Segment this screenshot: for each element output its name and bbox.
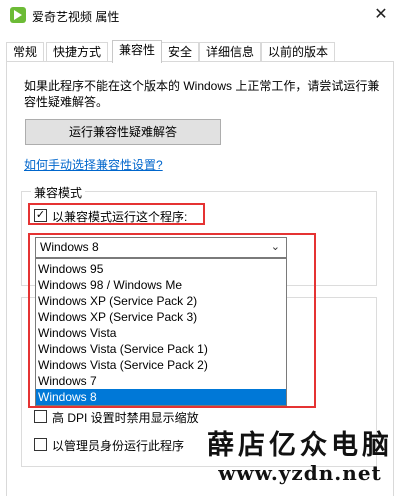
- tab-previous-versions[interactable]: 以前的版本: [261, 42, 336, 62]
- tab-strip: 常规 快捷方式 兼容性 安全 详细信息 以前的版本: [6, 40, 396, 63]
- title-bar: 爱奇艺视频 属性 ✕: [0, 0, 400, 30]
- manual-settings-link[interactable]: 如何手动选择兼容性设置?: [24, 156, 163, 173]
- compat-description: 如果此程序不能在这个版本的 Windows 上正常工作，请尝试运行兼 容性疑难解…: [24, 78, 384, 110]
- highlight-box-dropdown: [28, 233, 316, 408]
- description-line-2: 容性疑难解答。: [24, 95, 109, 109]
- iqiyi-app-icon: [10, 7, 26, 23]
- tab-shortcut[interactable]: 快捷方式: [46, 42, 109, 62]
- tab-compatibility[interactable]: 兼容性: [112, 40, 163, 63]
- watermark: 薛店亿众电脑 www.yzdn.net: [200, 430, 400, 484]
- run-as-admin-label: 以管理员身份运行此程序: [52, 439, 185, 453]
- run-troubleshooter-button[interactable]: 运行兼容性疑难解答: [25, 119, 221, 145]
- disable-dpi-scaling-checkbox[interactable]: [34, 410, 47, 423]
- description-line-1: 如果此程序不能在这个版本的 Windows 上正常工作，请尝试运行兼: [24, 79, 380, 93]
- compat-mode-group-title: 兼容模式: [31, 184, 86, 201]
- watermark-line-2: www.yzdn.net: [218, 461, 382, 485]
- tab-details[interactable]: 详细信息: [199, 42, 262, 62]
- disable-dpi-scaling-label: 高 DPI 设置时禁用显示缩放: [52, 411, 199, 425]
- run-as-admin-checkbox[interactable]: [34, 438, 47, 451]
- highlight-box-checkbox: [28, 203, 205, 225]
- tab-general[interactable]: 常规: [6, 42, 45, 62]
- close-icon[interactable]: ✕: [370, 4, 392, 26]
- tab-security[interactable]: 安全: [161, 42, 200, 62]
- watermark-line-1: 薛店亿众电脑: [207, 430, 393, 461]
- window-title: 爱奇艺视频 属性: [32, 10, 120, 24]
